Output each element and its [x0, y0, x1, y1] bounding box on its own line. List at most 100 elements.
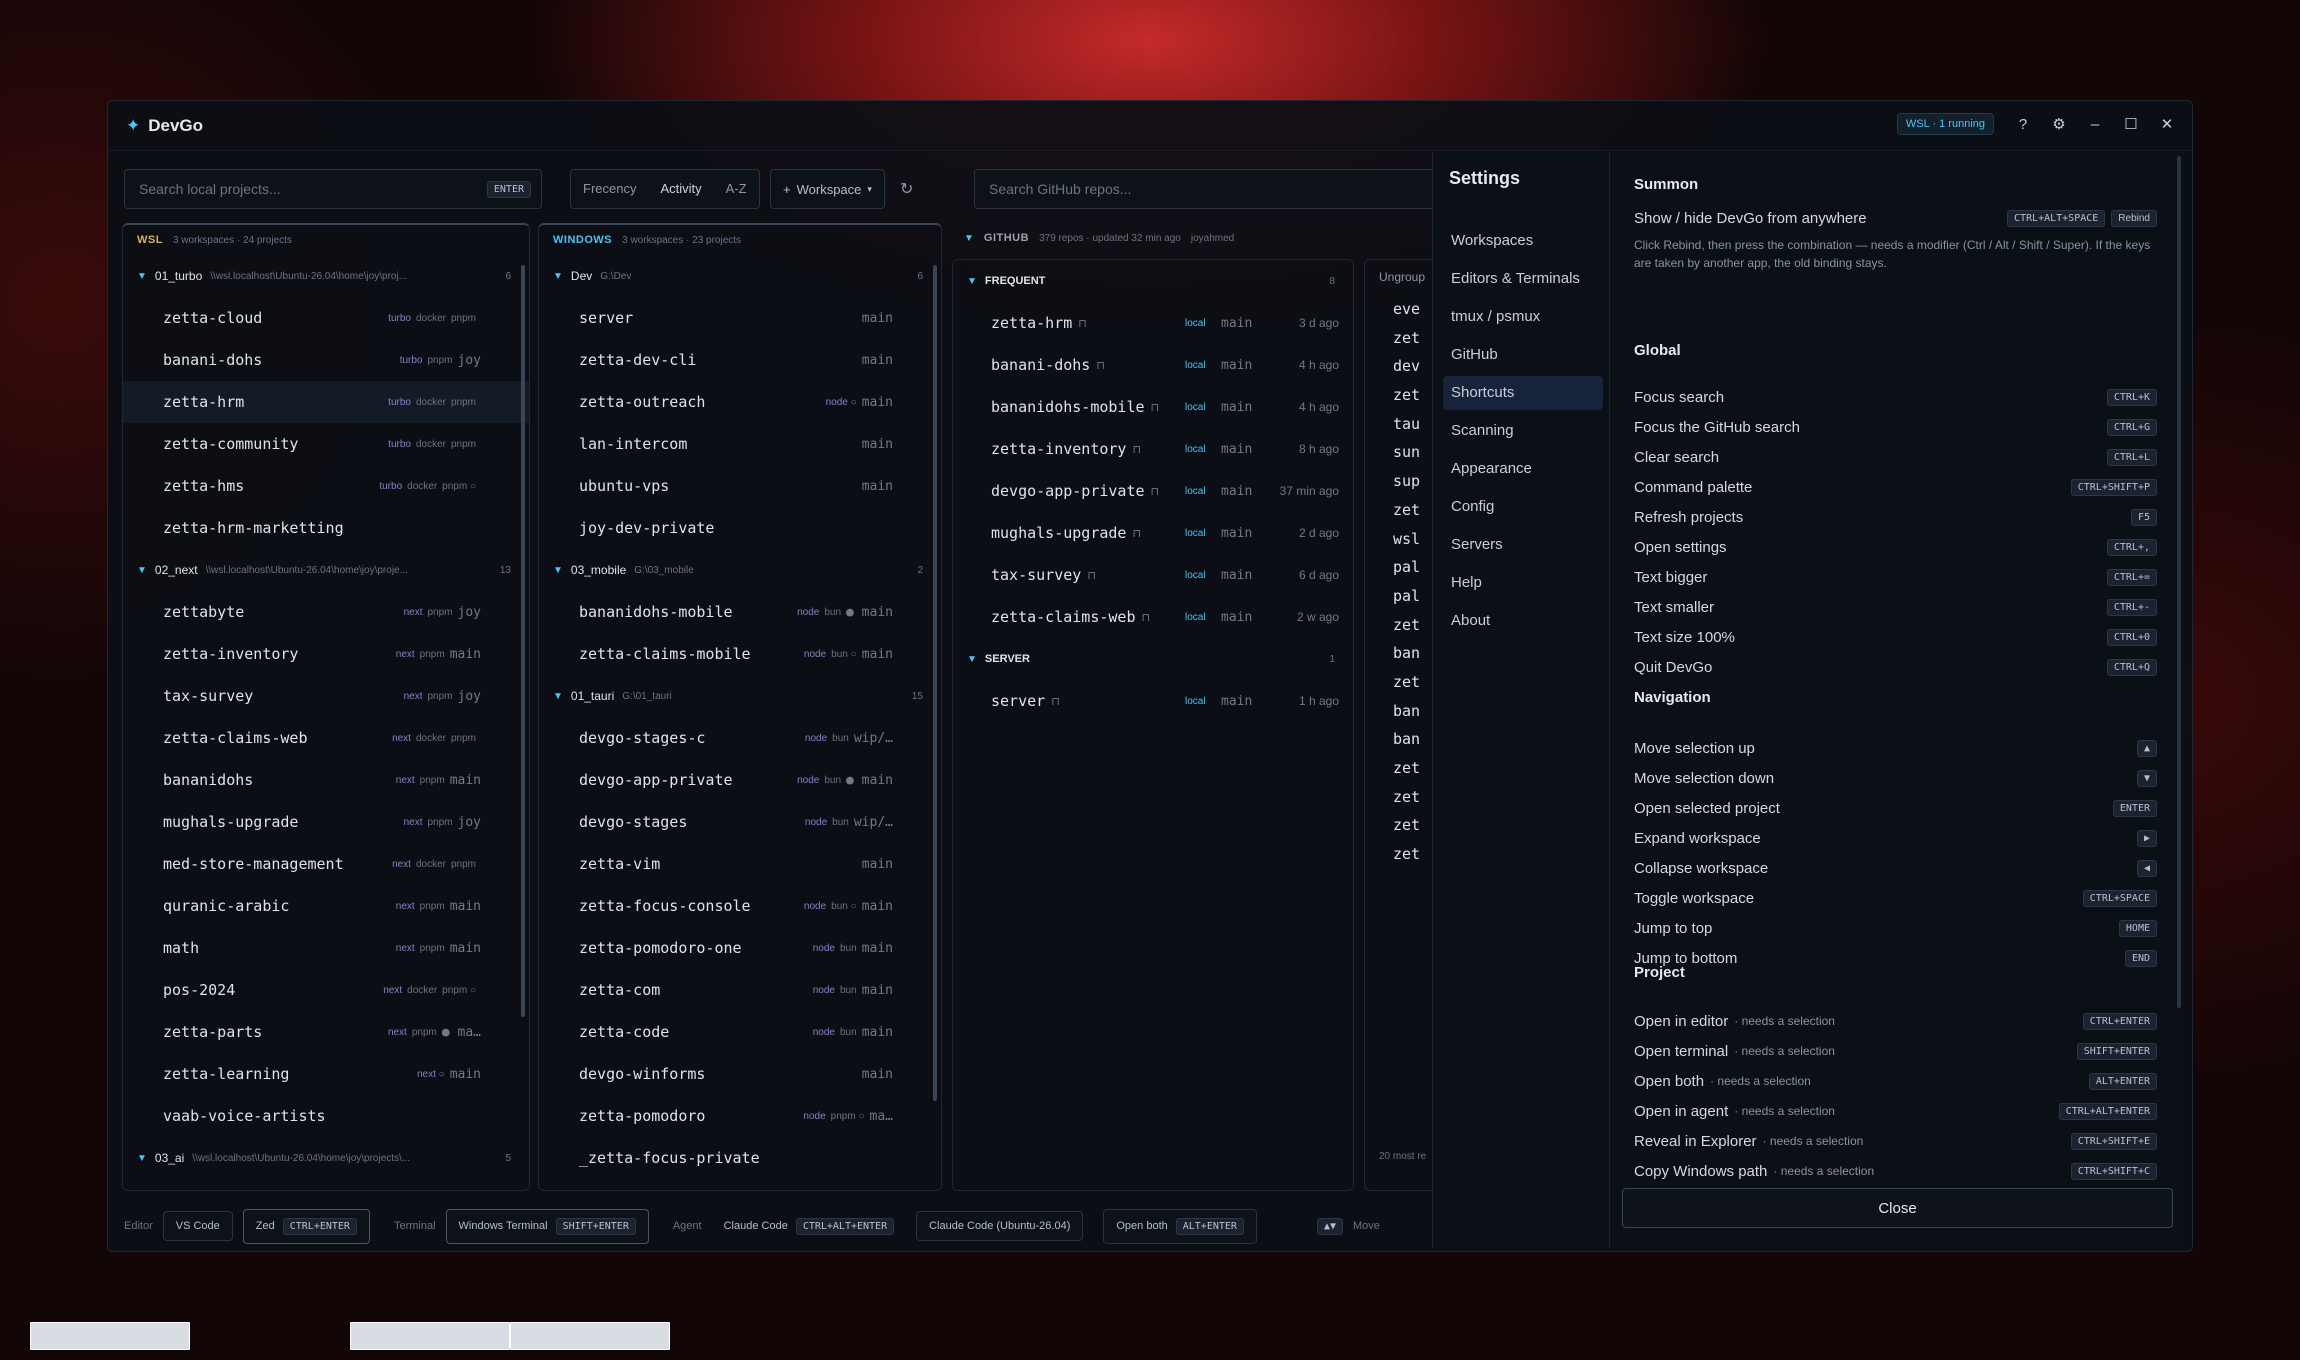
add-workspace-button[interactable]: + Workspace ▾	[770, 169, 885, 209]
project-row[interactable]: server main	[539, 297, 941, 339]
help-icon[interactable]: ?	[2016, 116, 2030, 133]
repo-row[interactable]: zetta-hrm ⊓ local main 3 d ago	[953, 302, 1353, 344]
taskbar-item[interactable]	[510, 1322, 670, 1350]
project-row[interactable]: zetta-claims-web next docker pnpm	[123, 717, 529, 759]
workspace-group-header[interactable]: ▼ 02_next \\wsl.localhost\Ubuntu-26.04\hom…	[123, 549, 529, 591]
taskbar-item[interactable]	[350, 1322, 510, 1350]
open-both-button[interactable]: Open both ALT+ENTER	[1103, 1208, 1257, 1244]
shortcut-label: Command palette	[1634, 478, 1753, 496]
settings-scrollbar[interactable]	[2177, 156, 2181, 1008]
project-row[interactable]: vaab-voice-artists	[123, 1095, 529, 1137]
settings-nav-scanning[interactable]: Scanning	[1443, 414, 1603, 448]
project-row[interactable]: zetta-pomodoro-one node bun main	[539, 927, 941, 969]
project-row[interactable]: zetta-hms turbo docker pnpm ○	[123, 465, 529, 507]
zed-button[interactable]: Zed CTRL+ENTER	[242, 1208, 370, 1244]
project-row[interactable]: zetta-code node bun main	[539, 1011, 941, 1053]
settings-nav-about[interactable]: About	[1443, 604, 1603, 638]
repo-row[interactable]: bananidohs-mobile ⊓ local main 4 h ago	[953, 386, 1353, 428]
project-row[interactable]: zetta-community turbo docker pnpm	[123, 423, 529, 465]
project-row[interactable]: devgo-winforms main	[539, 1053, 941, 1095]
minimize-icon[interactable]: –	[2088, 116, 2102, 133]
wsl-status-badge[interactable]: WSL · 1 running	[1896, 113, 1994, 135]
frequent-group-header[interactable]: ▼ FREQUENT 8	[953, 260, 1353, 302]
project-row[interactable]: zetta-hrm turbo docker pnpm	[123, 381, 529, 423]
workspace-group-header[interactable]: ▼ Dev G:\Dev 6	[539, 255, 941, 297]
project-row[interactable]: med-store-management next docker pnpm	[123, 843, 529, 885]
refresh-icon[interactable]: ↻	[900, 179, 913, 199]
shortcut-key: END	[2124, 949, 2157, 967]
windows-terminal-button[interactable]: Windows Terminal SHIFT+ENTER	[445, 1208, 649, 1244]
repo-row[interactable]: devgo-app-private ⊓ local main 37 min ago	[953, 470, 1353, 512]
project-row[interactable]: banani-dohs turbo pnpm joy	[123, 339, 529, 381]
server-group-header[interactable]: ▼ SERVER 1	[953, 638, 1353, 680]
repo-row[interactable]: mughals-upgrade ⊓ local main 2 d ago	[953, 512, 1353, 554]
repo-row[interactable]: server ⊓ local main 1 h ago	[953, 680, 1353, 722]
workspace-group-header[interactable]: ▼ 03_mobile G:\03_mobile 2	[539, 549, 941, 591]
vscode-button[interactable]: VS Code	[162, 1211, 233, 1241]
taskbar-item[interactable]	[30, 1322, 190, 1350]
project-row[interactable]: zetta-claims-mobile node bun ○ main	[539, 633, 941, 675]
project-row[interactable]: zetta-vim main	[539, 843, 941, 885]
project-row[interactable]: zetta-parts next pnpm ● ma…	[123, 1011, 529, 1053]
tag: next	[403, 816, 423, 828]
project-row[interactable]: bananidohs-mobile node bun ● main	[539, 591, 941, 633]
project-row[interactable]: zetta-pomodoro node pnpm ○ ma…	[539, 1095, 941, 1137]
gear-icon[interactable]: ⚙	[2052, 115, 2066, 133]
project-row[interactable]: math next pnpm main	[123, 927, 529, 969]
project-row[interactable]: devgo-stages-c node bun wip/…	[539, 717, 941, 759]
project-row[interactable]: devgo-app-private node bun ● main	[539, 759, 941, 801]
local-search-input[interactable]: Search local projects... ENTER	[124, 169, 542, 209]
project-row[interactable]: _zetta-focus-private	[539, 1137, 941, 1179]
maximize-icon[interactable]: ☐	[2124, 115, 2138, 133]
settings-nav-config[interactable]: Config	[1443, 490, 1603, 524]
project-row[interactable]: zetta-outreach node ○ main	[539, 381, 941, 423]
project-row[interactable]: devgo-stages node bun wip/…	[539, 801, 941, 843]
settings-nav-workspaces[interactable]: Workspaces	[1443, 224, 1603, 258]
project-row[interactable]: mughals-upgrade next pnpm joy	[123, 801, 529, 843]
repo-row[interactable]: banani-dohs ⊓ local main 4 h ago	[953, 344, 1353, 386]
shortcut-key: CTRL+0	[2106, 628, 2157, 646]
repo-row[interactable]: zetta-inventory ⊓ local main 8 h ago	[953, 428, 1353, 470]
sort-az[interactable]: A-Z	[714, 170, 759, 208]
project-name: zetta-hrm	[163, 393, 245, 411]
workspace-group-header[interactable]: ▼ 01_tauri G:\01_tauri 15	[539, 675, 941, 717]
github-search-input[interactable]: Search GitHub repos...	[974, 169, 1454, 209]
sort-activity[interactable]: Activity	[648, 170, 713, 208]
workspace-group-header[interactable]: ▼ 01_turbo \\wsl.localhost\Ubuntu-26.04\ho…	[123, 255, 529, 297]
project-row[interactable]: joy-dev-private	[539, 507, 941, 549]
project-row[interactable]: tax-survey next pnpm joy	[123, 675, 529, 717]
wsl-scrollbar[interactable]	[521, 265, 525, 1017]
close-icon[interactable]: ✕	[2160, 115, 2174, 133]
close-settings-button[interactable]: Close	[1622, 1188, 2173, 1228]
workspace-group-header[interactable]: ▼ 03_ai \\wsl.localhost\Ubuntu-26.04\home\…	[123, 1137, 529, 1179]
project-row[interactable]: bananidohs next pnpm main	[123, 759, 529, 801]
project-row[interactable]: zetta-cloud turbo docker pnpm	[123, 297, 529, 339]
settings-nav-editors-terminals[interactable]: Editors & Terminals	[1443, 262, 1603, 296]
project-row[interactable]: pos-2024 next docker pnpm ○	[123, 969, 529, 1011]
claude-code-ubuntu-button[interactable]: Claude Code (Ubuntu-26.04)	[916, 1211, 1084, 1241]
project-row[interactable]: zetta-inventory next pnpm main	[123, 633, 529, 675]
project-row[interactable]: zettabyte next pnpm joy	[123, 591, 529, 633]
project-row[interactable]: ubuntu-vps main	[539, 465, 941, 507]
settings-nav-shortcuts[interactable]: Shortcuts	[1443, 376, 1603, 410]
settings-nav-help[interactable]: Help	[1443, 566, 1603, 600]
repo-row[interactable]: zetta-claims-web ⊓ local main 2 w ago	[953, 596, 1353, 638]
project-row[interactable]: zetta-learning next ○ main	[123, 1053, 529, 1095]
sort-frecency[interactable]: Frecency	[571, 170, 648, 208]
repo-row[interactable]: tax-survey ⊓ local main 6 d ago	[953, 554, 1353, 596]
settings-nav-tmux-psmux[interactable]: tmux / psmux	[1443, 300, 1603, 334]
settings-nav-servers[interactable]: Servers	[1443, 528, 1603, 562]
claude-code-button[interactable]: Claude Code CTRL+ALT+ENTER	[712, 1210, 907, 1243]
settings-nav-appearance[interactable]: Appearance	[1443, 452, 1603, 486]
rebind-button[interactable]: Rebind	[2111, 209, 2157, 227]
project-row[interactable]: lan-intercom main	[539, 423, 941, 465]
project-row[interactable]: zetta-hrm-marketting	[123, 507, 529, 549]
project-tags: next pnpm ● ma…	[388, 1025, 481, 1040]
project-row[interactable]: zetta-focus-console node bun ○ main	[539, 885, 941, 927]
project-name: server	[579, 309, 634, 327]
settings-nav-github[interactable]: GitHub	[1443, 338, 1603, 372]
project-row[interactable]: zetta-dev-cli main	[539, 339, 941, 381]
windows-scrollbar[interactable]	[933, 265, 937, 1101]
project-row[interactable]: zetta-com node bun main	[539, 969, 941, 1011]
project-row[interactable]: quranic-arabic next pnpm main	[123, 885, 529, 927]
